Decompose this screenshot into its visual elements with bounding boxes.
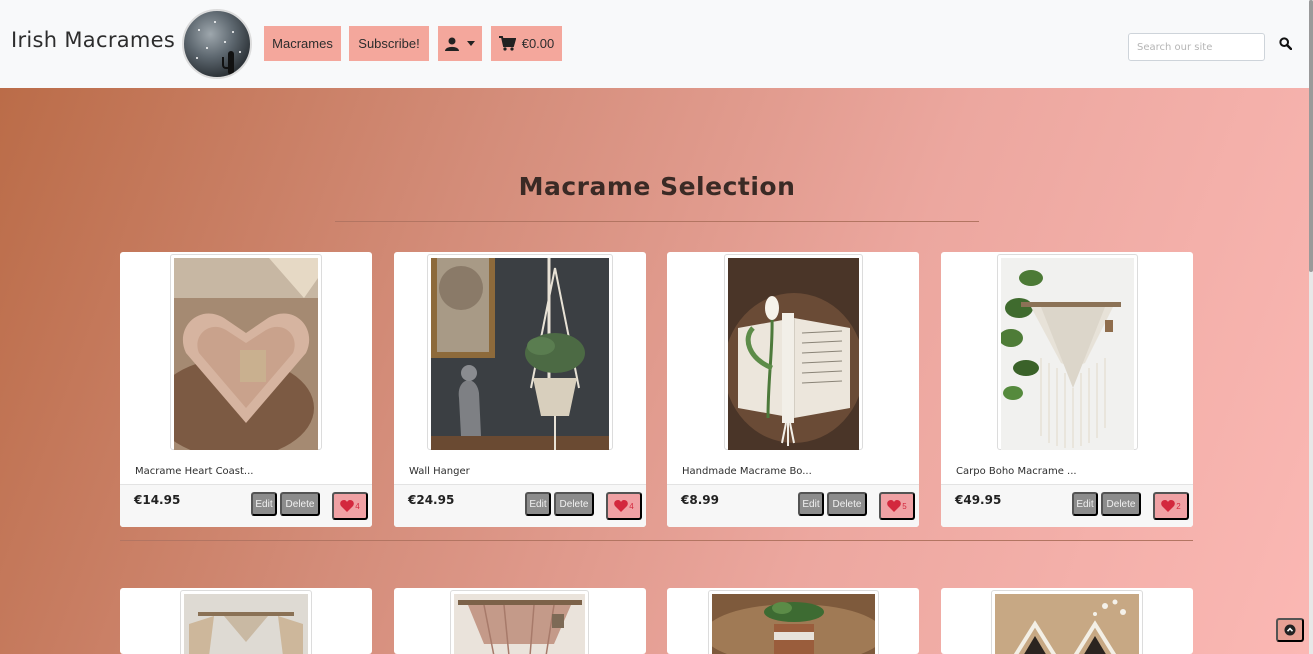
delete-button[interactable]: Delete	[554, 492, 594, 516]
account-dropdown-button[interactable]	[438, 26, 482, 61]
like-count: 5	[902, 501, 907, 511]
cart-total: €0.00	[521, 36, 555, 51]
macrame-heart-coaster-image	[174, 258, 318, 450]
heart-icon	[614, 500, 629, 512]
like-count: 2	[1176, 501, 1181, 511]
edit-button[interactable]: Edit	[1072, 492, 1098, 516]
like-button[interactable]: 4	[606, 492, 642, 520]
product-price: €8.99	[681, 493, 719, 507]
heart-icon	[1161, 500, 1176, 512]
scrollbar-thumb[interactable]	[1309, 0, 1313, 272]
chevron-down-icon	[467, 41, 475, 46]
product-card: Wall Hanger €24.95 Edit Delete 4	[394, 252, 646, 527]
card-footer: €8.99 Edit Delete 5	[667, 484, 919, 527]
product-price: €24.95	[408, 493, 455, 507]
product-name[interactable]: Handmade Macrame Bo...	[682, 466, 812, 477]
edit-button[interactable]: Edit	[525, 492, 551, 516]
product-image[interactable]	[997, 254, 1138, 450]
macrames-nav-button[interactable]: Macrames	[264, 26, 341, 61]
macrame-bookmark-image	[728, 258, 859, 450]
delete-button[interactable]: Delete	[1101, 492, 1141, 516]
page-scrollbar[interactable]	[1309, 0, 1313, 654]
edit-button[interactable]: Edit	[251, 492, 277, 516]
product-card: Handmade Macrame Bo... €8.99 Edit Delete…	[667, 252, 919, 527]
like-button[interactable]: 2	[1153, 492, 1189, 520]
product-image[interactable]	[708, 590, 879, 654]
like-button[interactable]: 5	[879, 492, 915, 520]
like-count: 4	[629, 501, 634, 511]
card-footer: €24.95 Edit Delete 4	[394, 484, 646, 527]
navbar: Irish Macrames Macrames Subscribe! €0.00	[0, 0, 1309, 88]
boho-macrame-wall-hanging-image	[1001, 258, 1134, 450]
product-price: €49.95	[955, 493, 1002, 507]
user-icon	[445, 37, 459, 51]
product-card: Carpo Boho Macrame ... €49.95 Edit Delet…	[941, 252, 1193, 527]
page-title: Macrame Selection	[518, 172, 796, 201]
cactus-icon	[222, 51, 234, 75]
brand-name[interactable]: Irish Macrames	[11, 28, 175, 52]
product-card	[667, 588, 919, 654]
product-thumbnail	[712, 594, 875, 654]
shopping-cart-icon	[498, 36, 516, 51]
delete-button[interactable]: Delete	[280, 492, 320, 516]
product-image[interactable]	[170, 254, 322, 450]
heart-icon	[340, 500, 355, 512]
edit-button[interactable]: Edit	[798, 492, 824, 516]
product-card	[941, 588, 1193, 654]
title-divider	[335, 221, 979, 222]
search-input[interactable]	[1128, 33, 1265, 61]
product-thumbnail	[454, 594, 585, 654]
product-name[interactable]: Macrame Heart Coast...	[135, 466, 253, 477]
logo[interactable]	[182, 9, 252, 79]
subscribe-nav-button[interactable]: Subscribe!	[349, 26, 429, 61]
product-price: €14.95	[134, 493, 181, 507]
like-button[interactable]: 4	[332, 492, 368, 520]
chevron-up-circle-icon	[1284, 624, 1296, 636]
search-icon	[1278, 37, 1292, 51]
cart-button[interactable]: €0.00	[491, 26, 562, 61]
card-footer: €49.95 Edit Delete 2	[941, 484, 1193, 527]
product-image[interactable]	[724, 254, 863, 450]
product-image[interactable]	[450, 590, 589, 654]
product-thumbnail	[184, 594, 308, 654]
product-image[interactable]	[427, 254, 613, 450]
search-button[interactable]	[1277, 36, 1293, 54]
product-card	[394, 588, 646, 654]
product-thumbnail	[995, 594, 1139, 654]
heart-icon	[887, 500, 902, 512]
product-name[interactable]: Carpo Boho Macrame ...	[956, 466, 1077, 477]
product-card	[120, 588, 372, 654]
product-image[interactable]	[991, 590, 1143, 654]
row-divider	[120, 540, 1193, 541]
product-image[interactable]	[180, 590, 312, 654]
like-count: 4	[355, 501, 360, 511]
card-footer: €14.95 Edit Delete 4	[120, 484, 372, 527]
wall-hanger-image	[431, 258, 609, 450]
delete-button[interactable]: Delete	[827, 492, 867, 516]
back-to-top-button[interactable]	[1276, 618, 1304, 642]
product-name[interactable]: Wall Hanger	[409, 466, 470, 477]
product-card: Macrame Heart Coast... €14.95 Edit Delet…	[120, 252, 372, 527]
